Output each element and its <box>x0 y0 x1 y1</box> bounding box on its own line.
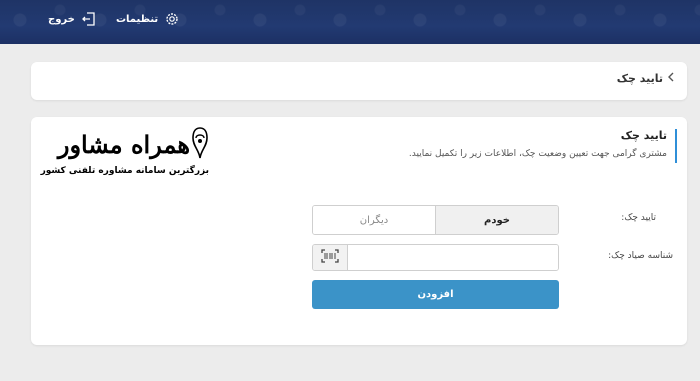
logout-icon <box>81 11 97 27</box>
confirm-toggle: دیگران خودم <box>312 205 559 235</box>
top-navbar: تنظیمات خروج <box>0 0 700 44</box>
chevron-left-icon <box>667 72 675 85</box>
check-confirm-card: تایید چک مشتری گرامی جهت تعیین وضعیت چک،… <box>31 117 687 345</box>
sayad-id-group <box>312 244 559 271</box>
add-button[interactable]: افزودن <box>312 280 559 309</box>
watermark-tagline: بزرگترین سامانه مشاوره تلفنی کشور <box>40 166 209 176</box>
section-accent-bar <box>675 129 677 163</box>
section-description: مشتری گرامی جهت تعیین وضعیت چک، اطلاعات … <box>408 149 667 159</box>
settings-button[interactable]: تنظیمات <box>116 11 180 27</box>
confirm-label: تایید چک: <box>621 213 656 223</box>
breadcrumb[interactable]: تایید چک <box>617 72 675 85</box>
gear-icon <box>164 11 180 27</box>
breadcrumb-card: تایید چک <box>31 62 687 100</box>
watermark-logo: همراه مشاور بزرگترین سامانه مشاوره تلفنی… <box>31 124 209 194</box>
toggle-self-button[interactable]: خودم <box>436 206 558 234</box>
scan-button[interactable] <box>313 245 348 270</box>
toggle-others-button[interactable]: دیگران <box>313 206 436 234</box>
logout-label: خروج <box>48 13 75 25</box>
settings-label: تنظیمات <box>116 13 159 25</box>
header-pattern <box>0 0 700 44</box>
sayad-id-input[interactable] <box>348 245 558 270</box>
sayad-id-label: شناسه صیاد چک: <box>608 251 673 261</box>
headset-icon <box>191 126 209 164</box>
barcode-scan-icon <box>321 248 339 267</box>
watermark-brand: همراه مشاور <box>57 130 191 159</box>
breadcrumb-label: تایید چک <box>616 72 663 85</box>
section-title: تایید چک <box>620 129 667 142</box>
logout-button[interactable]: خروج <box>48 11 97 27</box>
